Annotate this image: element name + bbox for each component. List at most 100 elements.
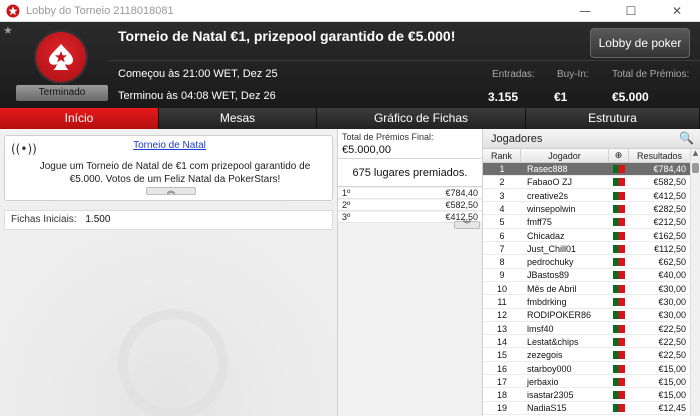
- window-titlebar: Lobby do Torneio 2118018081 — ☐ ✕: [0, 0, 700, 22]
- prizes-pane: Total de Prémios Final: €5.000,00 675 lu…: [337, 129, 483, 416]
- player-rank: 9: [499, 270, 505, 281]
- search-icon[interactable]: 🔍: [679, 131, 694, 145]
- player-rank: 6: [499, 230, 505, 241]
- player-prize: €282,50: [653, 203, 686, 214]
- player-name: jerbaxio: [527, 376, 559, 387]
- player-row[interactable]: 4 winsepolwin €282,50: [483, 203, 690, 216]
- player-row[interactable]: 17 jerbaxio €15,00: [483, 376, 690, 389]
- player-row[interactable]: 19 NadiaS15 €12,45: [483, 402, 690, 415]
- player-name: RODIPOKER86: [527, 310, 592, 321]
- lobby-tabs: Início Mesas Gráfico de Fichas Estrutura: [0, 108, 700, 129]
- player-name: fmbdrking: [527, 297, 567, 307]
- player-name: isastar2305: [527, 390, 574, 401]
- player-prize: €40,00: [658, 270, 686, 281]
- portugal-flag-icon: [613, 311, 625, 320]
- player-rank: 7: [499, 243, 505, 254]
- player-row[interactable]: 15 zezegois €22,50: [483, 349, 690, 362]
- portugal-flag-icon: [613, 178, 625, 187]
- buyin-value: €1: [554, 90, 568, 104]
- background-watermark: [118, 309, 228, 416]
- tab-inicio[interactable]: Início: [0, 108, 159, 129]
- tab-mesas[interactable]: Mesas: [159, 108, 317, 129]
- player-row[interactable]: 1 Rasec888 €784,40: [483, 163, 690, 176]
- player-name: lmsf40: [527, 323, 554, 334]
- players-scrollbar[interactable]: ▲: [690, 149, 700, 416]
- player-row[interactable]: 7 Just_Chill01 €112,50: [483, 243, 690, 256]
- lobby-button[interactable]: Lobby de poker: [590, 28, 690, 58]
- player-row[interactable]: 13 lmsf40 €22,50: [483, 323, 690, 336]
- portugal-flag-icon: [613, 364, 625, 373]
- player-row[interactable]: 16 starboy000 €15,00: [483, 363, 690, 375]
- header-divider: [110, 60, 700, 61]
- player-rank: 16: [496, 363, 507, 374]
- portugal-flag-icon: [613, 337, 625, 346]
- announcement-link[interactable]: Torneio de Natal: [5, 140, 334, 151]
- scrollbar-thumb[interactable]: [692, 163, 699, 173]
- player-prize: €112,50: [654, 243, 686, 254]
- player-prize: €30,00: [658, 297, 686, 307]
- player-row[interactable]: 14 Lestat&chips €22,50: [483, 336, 690, 349]
- starting-chips-label: Fichas Iniciais:: [11, 214, 77, 225]
- player-rank: 5: [499, 217, 505, 228]
- player-row[interactable]: 8 pedrochuky €62,50: [483, 256, 690, 269]
- prize-place: 1º: [342, 188, 351, 198]
- prize-amount: €582,50: [445, 200, 478, 210]
- column-prize[interactable]: Resultados: [629, 149, 690, 163]
- player-name: NadiaS15: [527, 403, 567, 414]
- buyin-label: Buy-In:: [557, 69, 589, 80]
- tab-grafico-de-fichas[interactable]: Gráfico de Fichas: [317, 108, 526, 129]
- player-prize: €30,00: [658, 310, 686, 321]
- pokerstars-logo: [36, 32, 86, 82]
- player-row[interactable]: 5 fmff75 €212,50: [483, 216, 690, 229]
- player-name: JBastos89: [527, 270, 570, 281]
- minimize-button[interactable]: —: [562, 0, 608, 22]
- total-prizes-label: Total de Prémios:: [612, 69, 690, 80]
- player-row[interactable]: 11 fmbdrking €30,00: [483, 296, 690, 309]
- portugal-flag-icon: [613, 204, 625, 213]
- player-name: pedrochuky: [527, 257, 574, 268]
- expand-prizes-button[interactable]: ︾: [454, 221, 480, 229]
- close-button[interactable]: ✕: [654, 0, 700, 22]
- player-row[interactable]: 12 RODIPOKER86 €30,00: [483, 309, 690, 322]
- portugal-flag-icon: [613, 377, 625, 386]
- prize-total-value: €5.000,00: [342, 144, 391, 156]
- starting-chips-row: Fichas Iniciais: 1.500: [4, 210, 333, 230]
- player-prize: €15,00: [658, 376, 686, 387]
- column-player[interactable]: Jogador: [521, 149, 609, 163]
- player-rank: 1: [499, 164, 505, 174]
- favorite-star-icon[interactable]: ★: [3, 24, 13, 37]
- player-name: FabaoO ZJ: [527, 177, 573, 188]
- player-prize: €30,00: [658, 283, 686, 294]
- players-pane: Jogadores 🔍 Rank Jogador ⊕ Resultados 1R…: [483, 129, 700, 416]
- player-prize: €62,50: [658, 257, 686, 268]
- player-name: Chicadaz: [527, 230, 565, 241]
- spade-star-icon: [49, 44, 73, 70]
- portugal-flag-icon: [613, 351, 625, 360]
- globe-icon[interactable]: ⊕: [609, 149, 629, 163]
- collapse-announcement-button[interactable]: ︽: [146, 187, 196, 195]
- player-rank: 10: [496, 283, 507, 294]
- window-title: Lobby do Torneio 2118018081: [26, 4, 174, 17]
- player-row[interactable]: 2 FabaoO ZJ €582,50: [483, 176, 690, 189]
- scroll-up-arrow-icon[interactable]: ▲: [691, 149, 700, 161]
- player-row[interactable]: 3 creative2s €412,50: [483, 190, 690, 203]
- player-rank: 15: [496, 350, 507, 361]
- portugal-flag-icon: [613, 244, 625, 253]
- portugal-flag-icon: [613, 271, 625, 280]
- player-row[interactable]: 6 Chicadaz €162,50: [483, 230, 690, 242]
- player-row[interactable]: 18 isastar2305 €15,00: [483, 389, 690, 402]
- player-rank: 14: [496, 336, 507, 347]
- player-rank: 13: [496, 323, 507, 334]
- player-prize: €784,40: [653, 164, 686, 174]
- prize-place: 2º: [342, 200, 351, 210]
- prize-total-box: Total de Prémios Final: €5.000,00: [338, 129, 482, 159]
- column-rank[interactable]: Rank: [483, 149, 521, 163]
- tab-estrutura[interactable]: Estrutura: [526, 108, 700, 129]
- player-row[interactable]: 9 JBastos89 €40,00: [483, 269, 690, 282]
- player-prize: €15,00: [658, 363, 686, 374]
- player-prize: €15,00: [658, 390, 686, 401]
- portugal-flag-icon: [613, 231, 625, 240]
- maximize-button[interactable]: ☐: [608, 0, 654, 22]
- player-row[interactable]: 10 Mês de Abril €30,00: [483, 283, 690, 296]
- portugal-flag-icon: [613, 324, 625, 333]
